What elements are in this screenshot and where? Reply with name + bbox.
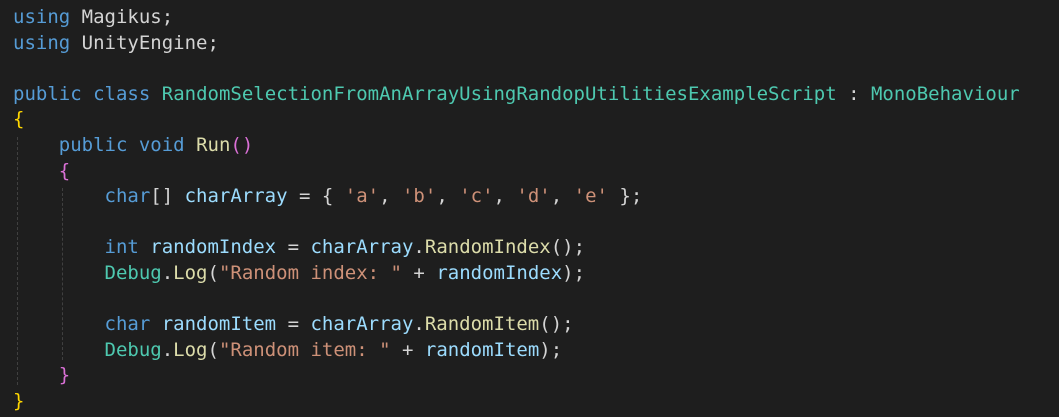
punctuation-token: [] bbox=[150, 185, 185, 208]
punctuation-token bbox=[82, 83, 93, 105]
method-token: Log bbox=[173, 338, 208, 361]
variable-token: charArray bbox=[310, 313, 414, 336]
punctuation-token: , bbox=[436, 185, 460, 208]
punctuation-token bbox=[13, 160, 59, 182]
punctuation-token bbox=[150, 313, 161, 335]
punctuation-token bbox=[13, 134, 59, 156]
variable-token: randomIndex bbox=[436, 262, 563, 284]
variable-token: charArray bbox=[310, 236, 414, 259]
keyword-token: public bbox=[13, 82, 82, 105]
punctuation-token: = bbox=[276, 236, 311, 259]
punctuation-token: ( bbox=[207, 338, 219, 361]
method-token: RandomItem bbox=[424, 313, 540, 336]
code-line-15[interactable]: } bbox=[13, 363, 70, 389]
code-line-7[interactable]: { bbox=[13, 159, 70, 185]
punctuation-token: ); bbox=[562, 262, 586, 284]
code-line-13[interactable]: char randomItem = charArray.RandomItem()… bbox=[13, 312, 574, 338]
string-literal-token: 'e' bbox=[573, 185, 608, 208]
type-token: Debug bbox=[104, 338, 162, 361]
type-token: Debug bbox=[104, 262, 162, 284]
code-line-1[interactable]: using Magikus; bbox=[13, 5, 173, 31]
punctuation-token bbox=[13, 313, 105, 335]
punctuation-token: Magikus; bbox=[70, 6, 174, 28]
punctuation-token: . bbox=[161, 338, 174, 361]
brace-token: { bbox=[13, 108, 25, 131]
keyword-token: using bbox=[13, 31, 71, 54]
keyword-token: int bbox=[104, 236, 139, 259]
punctuation-token: ); bbox=[539, 338, 563, 361]
punctuation-token bbox=[150, 83, 161, 105]
punctuation-token bbox=[13, 262, 105, 284]
punctuation-token: , bbox=[550, 185, 574, 208]
punctuation-token bbox=[13, 236, 105, 258]
brace-token: } bbox=[13, 390, 25, 412]
code-line-2[interactable]: using UnityEngine; bbox=[13, 31, 219, 57]
string-literal-token: 'a' bbox=[344, 185, 380, 208]
punctuation-token: : bbox=[836, 82, 871, 105]
brace-token: () bbox=[230, 134, 254, 156]
keyword-token: class bbox=[93, 82, 151, 105]
punctuation-token: = bbox=[276, 313, 311, 336]
punctuation-token: + bbox=[401, 262, 437, 284]
keyword-token: public bbox=[58, 134, 128, 156]
punctuation-token bbox=[185, 134, 196, 156]
method-token: RandomIndex bbox=[424, 236, 551, 259]
string-literal-token: 'b' bbox=[401, 185, 437, 208]
method-token: Log bbox=[173, 262, 208, 284]
code-line-8[interactable]: char[] charArray = { 'a', 'b', 'c', 'd',… bbox=[13, 184, 643, 210]
string-literal-token: "Random index: " bbox=[218, 262, 402, 284]
punctuation-token: + bbox=[390, 338, 425, 361]
keyword-token: char bbox=[104, 185, 151, 208]
brace-token: { bbox=[58, 159, 71, 182]
code-editor[interactable]: using Magikus; using UnityEngine; public c… bbox=[0, 0, 1059, 417]
punctuation-token: ( bbox=[207, 262, 219, 284]
type-token: RandomSelectionFromAnArrayUsingRandopUti… bbox=[161, 82, 837, 105]
punctuation-token bbox=[13, 364, 59, 386]
string-literal-token: 'c' bbox=[459, 185, 494, 208]
keyword-token: using bbox=[13, 6, 71, 28]
method-token: Run bbox=[196, 134, 231, 156]
punctuation-token: (); bbox=[550, 236, 586, 259]
string-literal-token: "Random item: " bbox=[218, 338, 391, 361]
punctuation-token: UnityEngine; bbox=[70, 31, 219, 54]
variable-token: randomIndex bbox=[150, 236, 277, 259]
punctuation-token: . bbox=[413, 236, 425, 259]
punctuation-token: . bbox=[413, 313, 425, 336]
variable-token: randomItem bbox=[424, 338, 540, 361]
code-line-10[interactable]: int randomIndex = charArray.RandomIndex(… bbox=[13, 235, 586, 261]
string-literal-token: 'd' bbox=[516, 185, 551, 208]
code-line-5[interactable]: { bbox=[13, 107, 24, 133]
punctuation-token: , bbox=[379, 185, 402, 208]
code-line-11[interactable]: Debug.Log("Random index: " + randomIndex… bbox=[13, 261, 586, 287]
punctuation-token: (); bbox=[539, 313, 574, 336]
variable-token: charArray bbox=[184, 185, 288, 208]
code-line-16[interactable]: } bbox=[13, 389, 24, 415]
code-line-6[interactable]: public void Run() bbox=[13, 133, 254, 159]
punctuation-token: }; bbox=[607, 185, 643, 208]
keyword-token: void bbox=[138, 134, 185, 156]
punctuation-token bbox=[139, 236, 150, 258]
code-line-4[interactable]: public class RandomSelectionFromAnArrayU… bbox=[13, 82, 1020, 108]
punctuation-token: , bbox=[493, 185, 517, 208]
brace-token: } bbox=[58, 364, 71, 387]
code-line-14[interactable]: Debug.Log("Random item: " + randomItem); bbox=[13, 338, 563, 364]
type-token: MonoBehaviour bbox=[870, 82, 1020, 105]
punctuation-token bbox=[13, 339, 105, 361]
punctuation-token: . bbox=[161, 262, 174, 284]
punctuation-token bbox=[13, 185, 105, 207]
punctuation-token: = { bbox=[287, 185, 345, 208]
punctuation-token bbox=[127, 134, 138, 156]
keyword-token: char bbox=[104, 313, 151, 336]
variable-token: randomItem bbox=[161, 313, 277, 336]
